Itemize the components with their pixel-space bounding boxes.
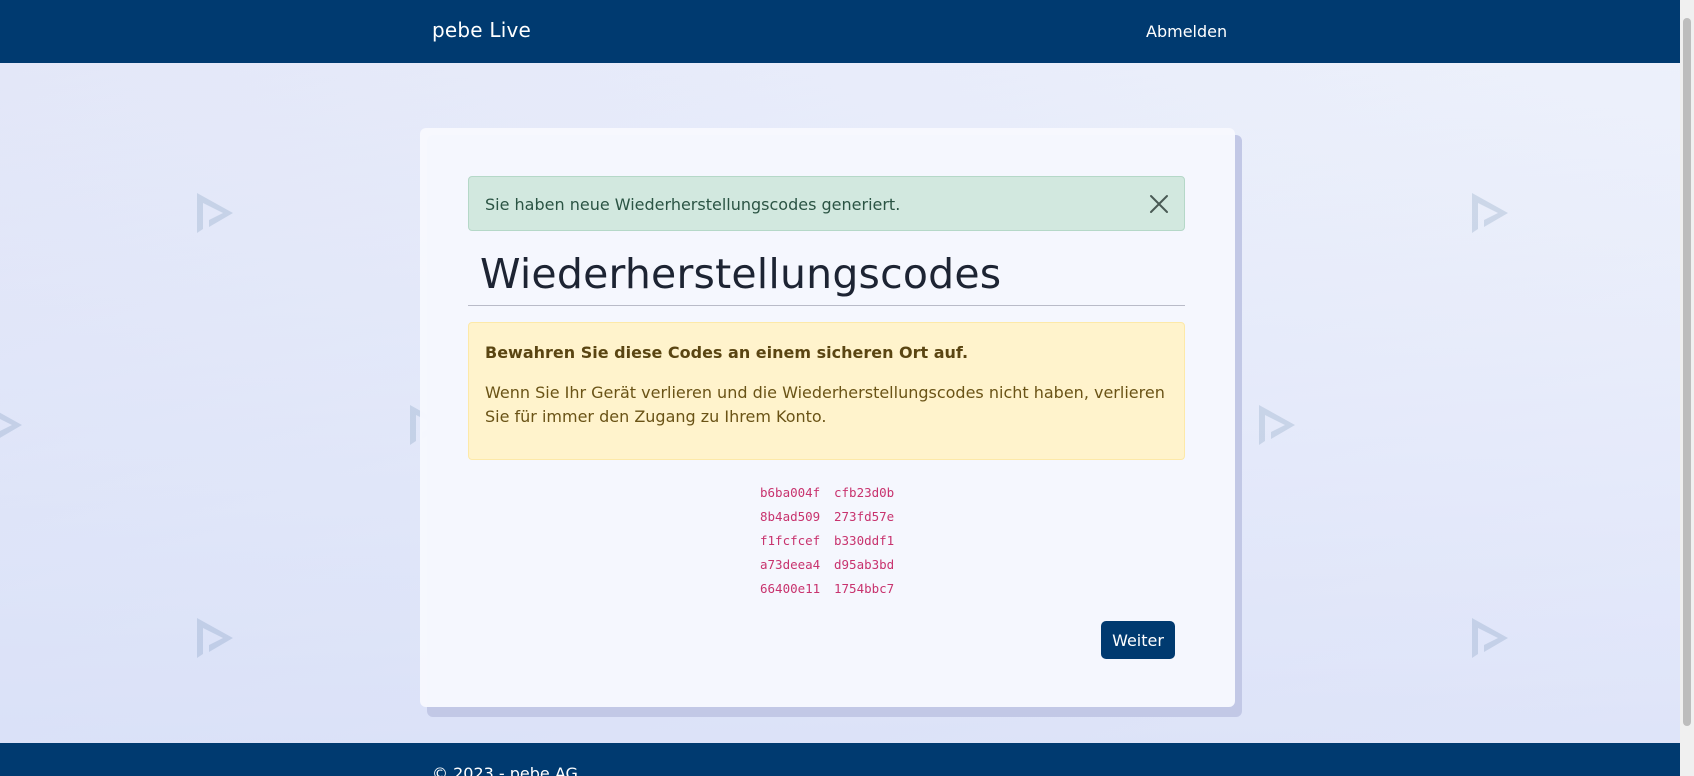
success-alert-message: Sie haben neue Wiederherstellungscodes g… xyxy=(485,195,901,214)
recovery-code: d95ab3bd xyxy=(834,557,895,572)
footer: © 2023 - pebe AG xyxy=(0,743,1680,776)
code-row: 8b4ad509 273fd57e xyxy=(760,505,908,529)
logo-watermark-icon xyxy=(1472,193,1508,233)
recovery-code: b330ddf1 xyxy=(834,533,895,548)
code-row: 66400e11 1754bbc7 xyxy=(760,577,908,601)
recovery-code: 8b4ad509 xyxy=(760,509,821,524)
success-alert: Sie haben neue Wiederherstellungscodes g… xyxy=(468,176,1185,231)
close-icon[interactable] xyxy=(1148,193,1170,215)
recovery-codes-card: Sie haben neue Wiederherstellungscodes g… xyxy=(420,128,1235,707)
code-row: f1fcfcef b330ddf1 xyxy=(760,529,908,553)
brand-link[interactable]: pebe Live xyxy=(432,18,531,42)
warning-heading: Bewahren Sie diese Codes an einem sicher… xyxy=(485,343,969,362)
logo-watermark-icon xyxy=(197,618,233,658)
recovery-code: a73deea4 xyxy=(760,557,821,572)
logo-watermark-icon xyxy=(197,193,233,233)
recovery-code: b6ba004f xyxy=(760,485,821,500)
continue-button[interactable]: Weiter xyxy=(1101,621,1175,659)
logo-watermark-icon xyxy=(1259,405,1295,445)
recovery-code: cfb23d0b xyxy=(834,485,895,500)
code-row: a73deea4 d95ab3bd xyxy=(760,553,908,577)
logo-watermark-icon xyxy=(1472,618,1508,658)
footer-copyright: © 2023 - pebe AG xyxy=(432,764,578,776)
recovery-code: 273fd57e xyxy=(834,509,895,524)
top-navbar: pebe Live Abmelden xyxy=(0,0,1680,63)
logo-watermark-icon xyxy=(0,412,22,438)
recovery-code: 66400e11 xyxy=(760,581,821,596)
scrollbar-thumb[interactable] xyxy=(1683,18,1691,726)
warning-alert: Bewahren Sie diese Codes an einem sicher… xyxy=(468,322,1185,460)
page-scrollbar[interactable] xyxy=(1680,0,1694,776)
warning-body: Wenn Sie Ihr Gerät verlieren und die Wie… xyxy=(485,383,1165,426)
recovery-code: 1754bbc7 xyxy=(834,581,895,596)
logout-link[interactable]: Abmelden xyxy=(1146,22,1227,41)
recovery-codes-list: b6ba004f cfb23d0b 8b4ad509 273fd57e f1fcfc… xyxy=(760,481,908,601)
page-title: Wiederherstellungscodes xyxy=(480,250,1002,298)
recovery-code: f1fcfcef xyxy=(760,533,821,548)
code-row: b6ba004f cfb23d0b xyxy=(760,481,908,505)
title-divider xyxy=(468,305,1185,306)
